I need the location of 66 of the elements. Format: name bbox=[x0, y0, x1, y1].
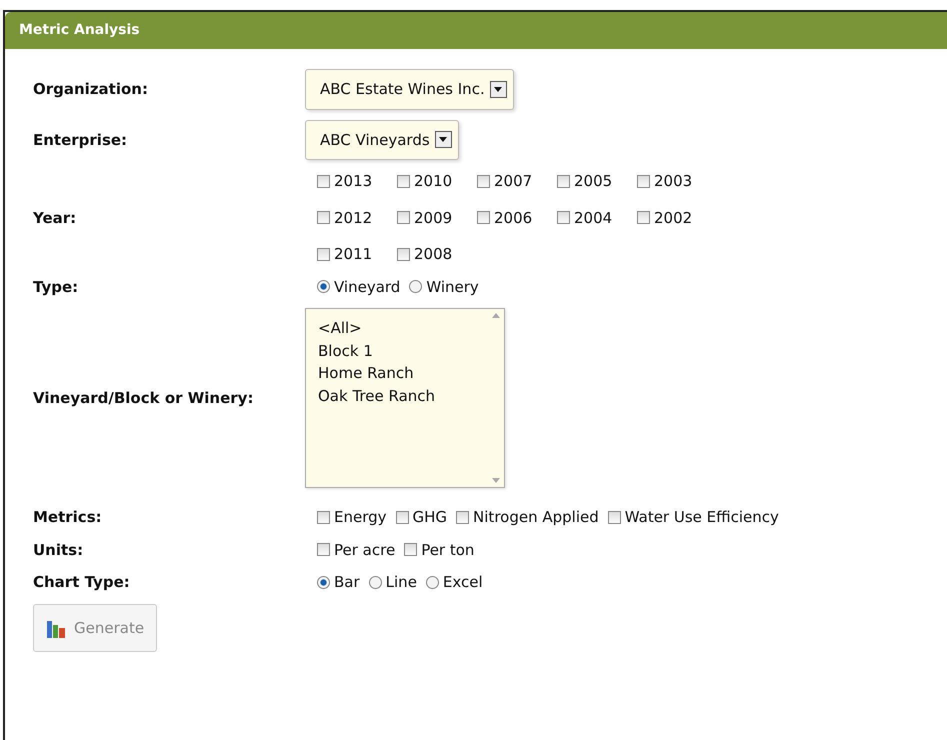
option-label: Line bbox=[386, 572, 417, 593]
checkbox[interactable] bbox=[317, 211, 330, 224]
checkbox[interactable] bbox=[317, 248, 330, 261]
caret-icon bbox=[494, 86, 502, 92]
dropdown[interactable]: ABC Estate Wines Inc. bbox=[305, 69, 514, 110]
option-label: Winery bbox=[426, 276, 479, 298]
radio-button[interactable] bbox=[317, 576, 330, 589]
checkbox[interactable] bbox=[404, 543, 418, 556]
checkbox[interactable] bbox=[317, 510, 330, 524]
caret-icon bbox=[439, 137, 448, 142]
checkbox[interactable] bbox=[317, 543, 330, 556]
field-label: Type: bbox=[33, 276, 80, 298]
radio-button[interactable] bbox=[317, 280, 330, 294]
checkbox[interactable] bbox=[397, 248, 410, 261]
checkbox[interactable] bbox=[456, 510, 470, 524]
option-label: 2002 bbox=[654, 208, 692, 228]
checkbox[interactable] bbox=[557, 211, 570, 224]
panel-title: Metric Analysis bbox=[5, 12, 947, 49]
option-label: GHG bbox=[412, 507, 448, 528]
checkbox[interactable] bbox=[557, 174, 570, 188]
checkbox[interactable] bbox=[477, 211, 490, 224]
radio-button[interactable] bbox=[426, 576, 439, 589]
field-label: Year: bbox=[33, 208, 78, 228]
field-label: Vineyard/Block or Winery: bbox=[33, 388, 254, 409]
option-label: 2013 bbox=[334, 171, 372, 192]
list-item[interactable]: Block 1 bbox=[318, 340, 475, 362]
checkbox[interactable] bbox=[397, 174, 410, 188]
option-label: 2010 bbox=[414, 171, 452, 192]
option-label: Nitrogen Applied bbox=[473, 507, 599, 528]
option-label: 2003 bbox=[654, 171, 692, 192]
field-label: Organization: bbox=[33, 79, 149, 100]
option-label: 2008 bbox=[414, 244, 452, 265]
option-label: 2006 bbox=[494, 208, 532, 228]
option-label: 2012 bbox=[334, 208, 372, 228]
radio-button[interactable] bbox=[368, 576, 382, 589]
field-label: Enterprise: bbox=[33, 130, 128, 150]
option-label: 2007 bbox=[494, 171, 532, 192]
option-label: Energy bbox=[334, 507, 387, 528]
scroll-up-icon[interactable] bbox=[492, 313, 500, 318]
checkbox[interactable] bbox=[637, 211, 650, 224]
list-item[interactable]: Home Ranch bbox=[318, 362, 475, 384]
scroll-down-icon[interactable] bbox=[492, 478, 500, 483]
option-label: Excel bbox=[442, 572, 483, 593]
field-label: Metrics: bbox=[33, 507, 103, 528]
option-label: Water Use Efficiency bbox=[624, 507, 779, 528]
checkbox[interactable] bbox=[397, 211, 410, 224]
list-item[interactable]: <All> bbox=[318, 317, 475, 340]
option-label: Vineyard bbox=[334, 276, 400, 298]
list-item[interactable]: Oak Tree Ranch bbox=[318, 384, 475, 407]
checkbox[interactable] bbox=[637, 174, 650, 188]
field-label: Chart Type: bbox=[33, 572, 131, 593]
list-box[interactable]: <All> Block 1 Home Ranch Oak Tree Ranch bbox=[305, 308, 505, 488]
radio-button[interactable] bbox=[409, 280, 422, 294]
checkbox[interactable] bbox=[396, 510, 409, 524]
option-label: 2009 bbox=[414, 208, 452, 228]
option-label: 2004 bbox=[574, 208, 612, 228]
checkbox[interactable] bbox=[608, 510, 621, 524]
option-label: 2005 bbox=[574, 171, 612, 192]
dropdown[interactable]: ABC Vineyards bbox=[305, 120, 459, 160]
option-label: Bar bbox=[334, 572, 360, 593]
option-label: 2011 bbox=[334, 244, 372, 265]
option-label: Per ton bbox=[421, 540, 474, 560]
checkbox[interactable] bbox=[317, 174, 330, 188]
checkbox[interactable] bbox=[477, 174, 490, 188]
option-label: Per acre bbox=[334, 540, 396, 560]
field-label: Units: bbox=[33, 540, 84, 560]
